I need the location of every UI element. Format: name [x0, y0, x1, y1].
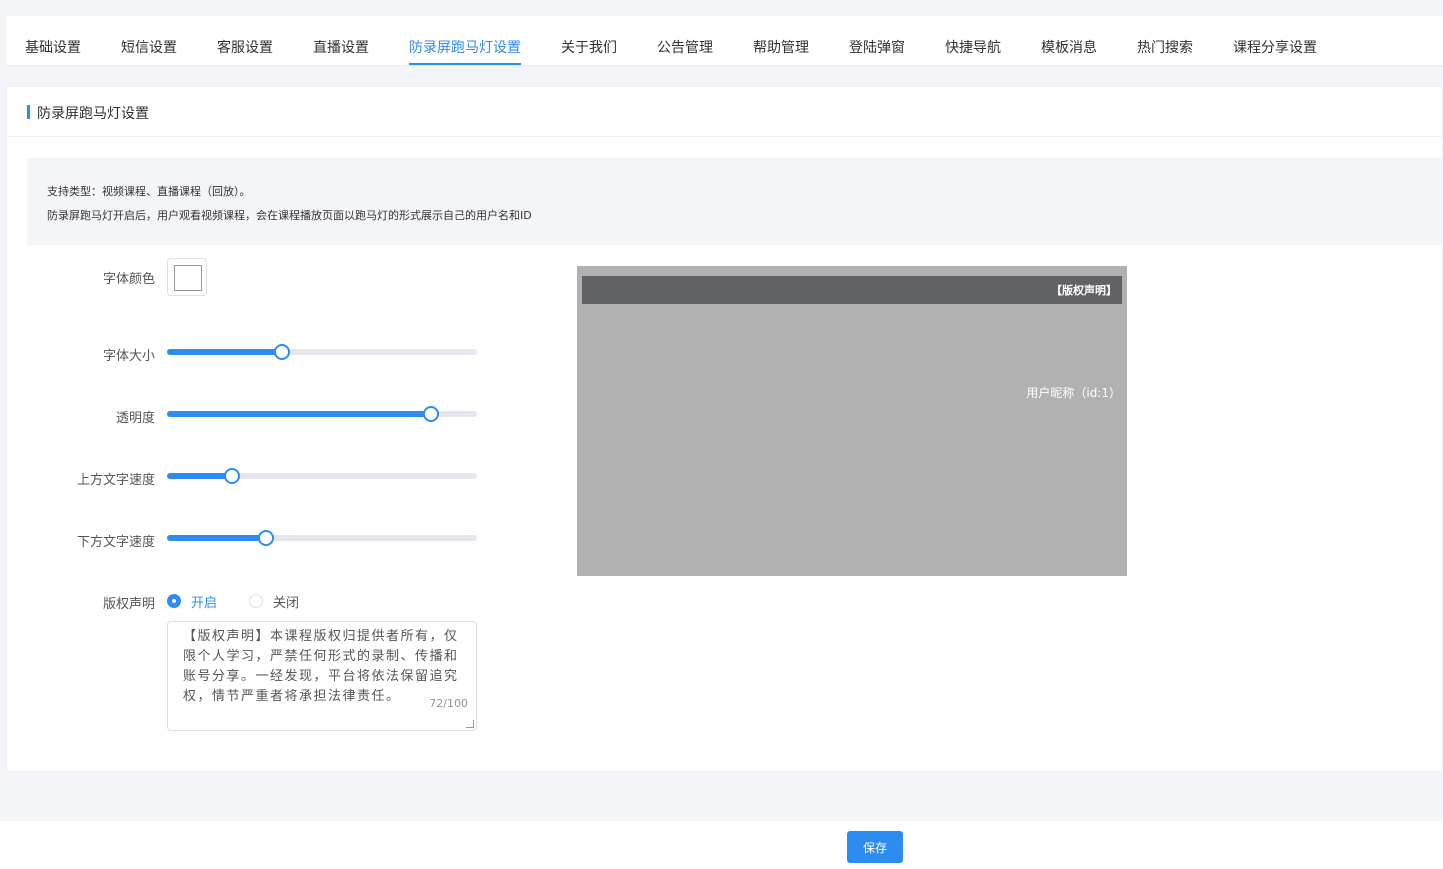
tab-sms-settings[interactable]: 短信设置	[121, 37, 177, 57]
bottom-speed-slider-fill	[167, 535, 267, 541]
copyright-off-label[interactable]: 关闭	[273, 592, 299, 611]
tab-about-us[interactable]: 关于我们	[561, 37, 617, 57]
copyright-label: 版权声明	[102, 597, 155, 612]
font-size-label: 字体大小	[102, 349, 155, 364]
preview-copyright-text: 【版权声明】	[1051, 284, 1117, 297]
top-speed-slider[interactable]	[167, 468, 477, 484]
opacity-slider[interactable]	[167, 406, 477, 422]
footer-bar: 保存	[0, 821, 1443, 869]
copyright-off-radio[interactable]	[249, 594, 263, 608]
tab-customer-service-settings[interactable]: 客服设置	[217, 37, 273, 57]
notice-line-supported-types: 支持类型：视频课程、直播课程（回放）。	[47, 185, 251, 198]
tab-help-management[interactable]: 帮助管理	[753, 37, 809, 57]
top-speed-slider-fill	[167, 473, 233, 479]
save-button[interactable]: 保存	[847, 831, 903, 863]
opacity-slider-fill	[167, 411, 431, 417]
settings-tabs: 基础设置 短信设置 客服设置 直播设置 防录屏跑马灯设置 关于我们 公告管理 帮…	[6, 16, 1443, 66]
bottom-speed-slider[interactable]	[167, 530, 477, 546]
top-speed-label: 上方文字速度	[76, 473, 155, 488]
tab-live-settings[interactable]: 直播设置	[313, 37, 369, 57]
tab-course-share-settings[interactable]: 课程分享设置	[1233, 37, 1317, 57]
notice-box: 支持类型：视频课程、直播课程（回放）。 防录屏跑马灯开启后，用户观看视频课程，会…	[27, 158, 1443, 245]
font-size-slider-fill	[167, 349, 282, 355]
copyright-text: 【版权声明】本课程版权归提供者所有，仅限个人学习，严禁任何形式的录制、传播和账号…	[183, 629, 459, 704]
marquee-settings-card: 防录屏跑马灯设置 支持类型：视频课程、直播课程（回放）。 防录屏跑马灯开启后，用…	[6, 86, 1443, 772]
opacity-slider-handle[interactable]	[422, 406, 439, 422]
opacity-label: 透明度	[115, 411, 155, 426]
tab-login-popup[interactable]: 登陆弹窗	[849, 37, 905, 57]
card-header: 防录屏跑马灯设置	[7, 87, 1442, 137]
copyright-on-radio[interactable]	[167, 594, 181, 608]
tab-template-messages[interactable]: 模板消息	[1041, 37, 1097, 57]
bottom-speed-slider-handle[interactable]	[258, 530, 275, 546]
tab-marquee-settings[interactable]: 防录屏跑马灯设置	[409, 37, 521, 57]
tab-hot-search[interactable]: 热门搜索	[1137, 37, 1193, 57]
copyright-on-label[interactable]: 开启	[191, 592, 217, 611]
active-tab-indicator	[409, 63, 521, 65]
font-color-swatch	[174, 265, 202, 291]
font-size-slider-handle[interactable]	[273, 344, 290, 360]
copyright-textarea[interactable]: 【版权声明】本课程版权归提供者所有，仅限个人学习，严禁任何形式的录制、传播和账号…	[167, 621, 477, 731]
preview-top-bar: 【版权声明】	[582, 276, 1122, 304]
font-size-slider[interactable]	[167, 344, 477, 360]
notice-line-description: 防录屏跑马灯开启后，用户观看视频课程，会在课程播放页面以跑马灯的形式展示自己的用…	[47, 209, 532, 222]
font-color-picker[interactable]	[167, 258, 207, 296]
tab-quick-navigation[interactable]: 快捷导航	[945, 37, 1001, 57]
font-color-label: 字体颜色	[102, 272, 155, 287]
top-speed-slider-handle[interactable]	[224, 468, 241, 484]
card-title: 防录屏跑马灯设置	[37, 106, 149, 122]
title-accent-bar	[27, 105, 30, 119]
preview-user-text: 用户昵称（id:1）	[1026, 386, 1121, 400]
marquee-preview: 【版权声明】 用户昵称（id:1）	[577, 266, 1127, 576]
resize-handle-icon[interactable]	[466, 720, 474, 728]
tab-basic-settings[interactable]: 基础设置	[25, 37, 81, 57]
char-counter: 72/100	[429, 697, 468, 710]
bottom-speed-label: 下方文字速度	[76, 535, 155, 550]
tab-announcement-management[interactable]: 公告管理	[657, 37, 713, 57]
